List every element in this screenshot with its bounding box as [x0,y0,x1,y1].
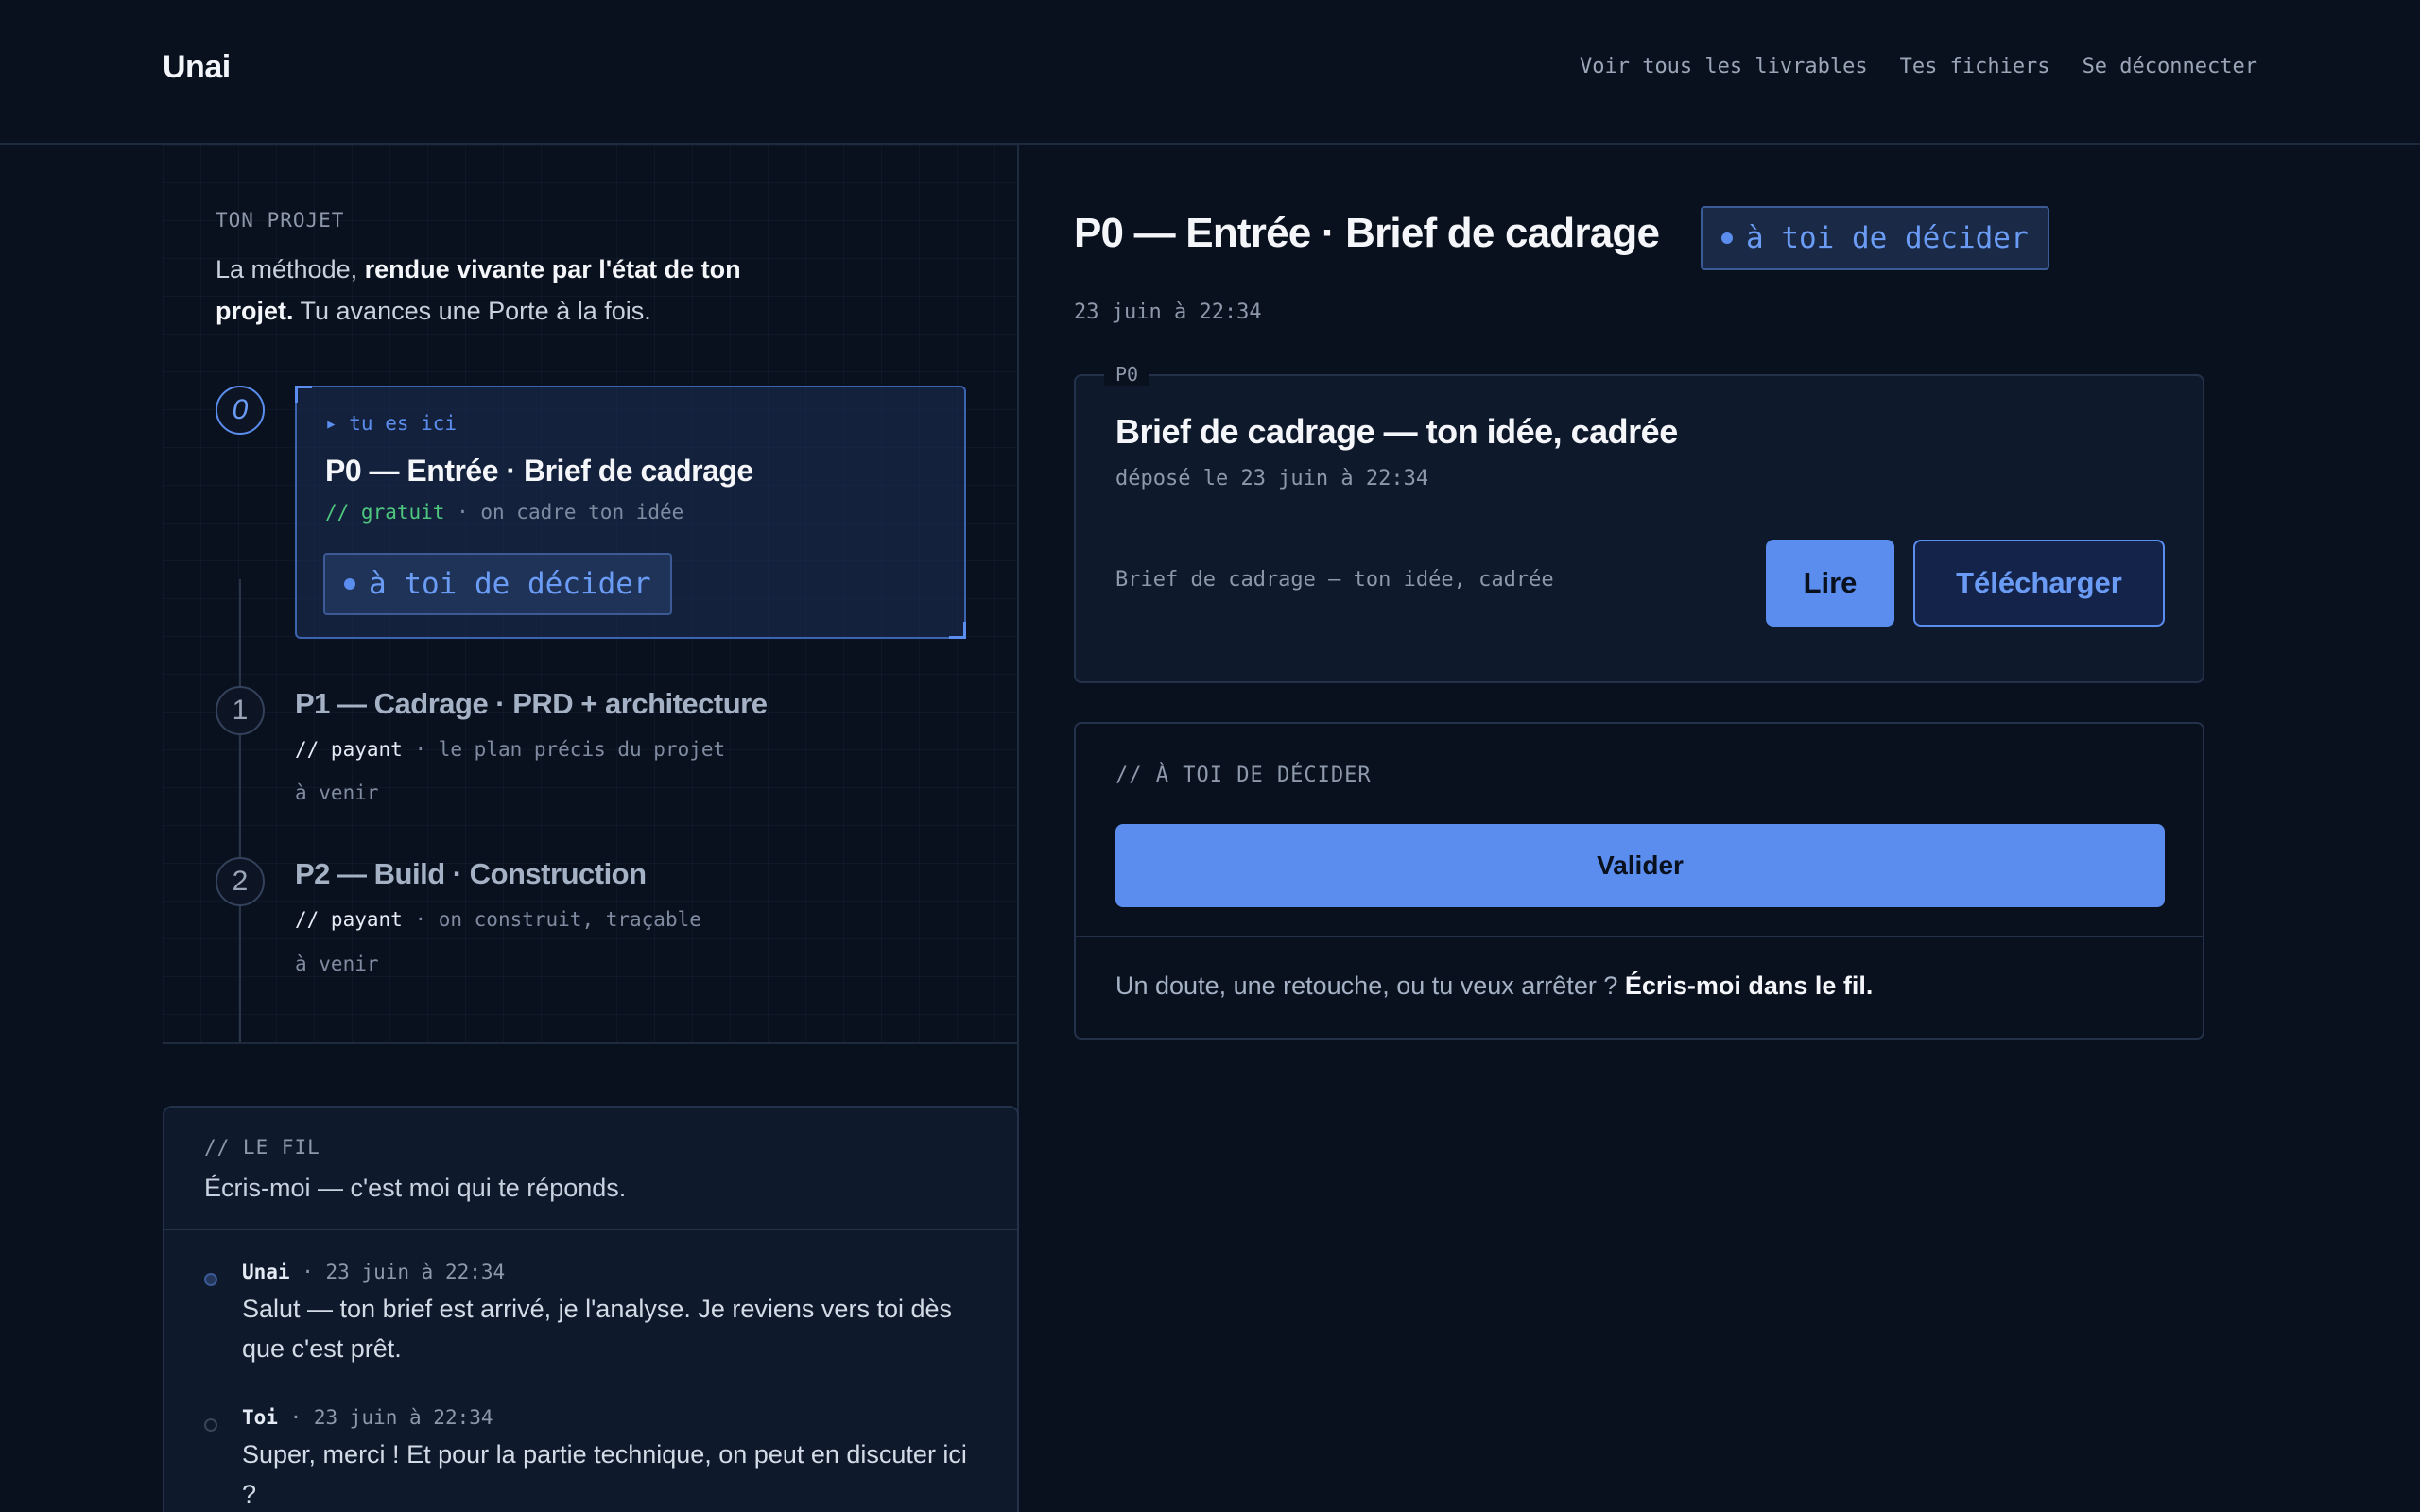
thread-subtitle: Écris-moi — c'est moi qui te réponds. [204,1174,627,1202]
step-number-1: 1 [216,686,265,735]
message-time: · 23 juin à 22:34 [289,1261,506,1283]
deliverable-title: Brief de cadrage — ton idée, cadrée [1115,412,1678,451]
step-title-1[interactable]: P1 — Cadrage · PRD + architecture [295,687,768,721]
card-corner-top-left [295,386,312,403]
decision-card: // À TOI DE DÉCIDER Valider Un doute, un… [1074,722,2204,1040]
decision-help-text: Un doute, une retouche, ou tu veux arrêt… [1115,971,1625,1000]
message-text: Super, merci ! Et pour la partie techniq… [242,1440,967,1508]
message-dot-icon [204,1273,217,1286]
step-status-0: à toi de décider [369,567,651,601]
step-title-0: P0 — Entrée · Brief de cadrage [325,454,753,488]
message-meta: Unai · 23 juin à 22:34 [242,1261,979,1283]
message-dot-icon [204,1418,217,1432]
step-meta-2: // payant · on construit, traçable [295,908,701,931]
step-status-1: à venir [295,782,379,804]
step-number-2: 2 [216,857,265,906]
message-author: Unai [242,1261,290,1283]
step-status-badge-0: à toi de décider [323,553,672,615]
project-eyebrow: TON PROJET [216,209,345,232]
message-time: · 23 juin à 22:34 [277,1406,493,1429]
intro-prefix: La méthode, [216,255,365,284]
step-desc-2: · on construit, traçable [402,908,701,931]
card-corner-bottom-right [949,622,966,639]
step-price-2: // payant [295,908,403,931]
status-badge: à toi de décider [1701,206,2049,270]
nav-logout-link[interactable]: Se déconnecter [2083,55,2257,78]
step-number-0: 0 [216,386,265,435]
page-title: P0 — Entrée · Brief de cadrage [1074,210,1660,256]
status-dot-icon [1721,232,1733,244]
step-desc-1: · le plan précis du projet [402,738,726,761]
top-nav: Voir tous les livrables Tes fichiers Se … [1580,55,2257,78]
brand-logo[interactable]: Unai [163,49,231,86]
intro-suffix: Tu avances une Porte à la fois. [293,297,651,325]
step-price-1: // payant [295,738,403,761]
timeline-line [239,579,241,1042]
step-meta-1: // payant · le plan précis du projet [295,738,725,761]
thread-panel: // LE FIL Écris-moi — c'est moi qui te r… [163,1106,1019,1512]
top-bar: Unai Voir tous les livrables Tes fichier… [0,0,2420,145]
thread-header: // LE FIL Écris-moi — c'est moi qui te r… [164,1108,1017,1230]
download-button[interactable]: Télécharger [1913,540,2165,627]
deliverable-tag: P0 [1104,363,1150,386]
validate-button[interactable]: Valider [1115,824,2165,907]
nav-all-deliverables-link[interactable]: Voir tous les livrables [1580,55,1868,78]
step-price-0: // gratuit [325,501,445,524]
message-meta: Toi · 23 juin à 22:34 [242,1406,979,1429]
read-button[interactable]: Lire [1766,540,1894,627]
decision-help: Un doute, une retouche, ou tu veux arrêt… [1115,971,1873,1001]
status-dot-icon [344,578,355,590]
decision-eyebrow: // À TOI DE DÉCIDER [1115,764,1372,787]
deliverable-date: déposé le 23 juin à 22:34 [1115,467,1429,490]
thread-eyebrow: // LE FIL [204,1136,320,1159]
step-desc-0: · on cadre ton idée [444,501,684,524]
status-badge-label: à toi de décider [1746,221,2029,255]
deliverable-desc: Brief de cadrage — ton idée, cadrée [1115,568,1554,592]
deliverable-card: P0 Brief de cadrage — ton idée, cadrée d… [1074,363,2204,683]
step-meta-0: // gratuit · on cadre ton idée [325,501,683,524]
left-column: TON PROJET La méthode, rendue vivante pa… [163,145,1019,1512]
divider [1076,936,2203,937]
here-indicator: ▸ tu es ici [325,412,458,435]
write-in-thread-link[interactable]: Écris-moi dans le fil. [1625,971,1874,1000]
step-status-2: à venir [295,953,379,975]
nav-files-link[interactable]: Tes fichiers [1900,55,2050,78]
project-panel: TON PROJET La méthode, rendue vivante pa… [163,145,1017,1044]
message-text: Salut — ton brief est arrivé, je l'analy… [242,1295,952,1363]
project-intro: La méthode, rendue vivante par l'état de… [216,249,821,332]
step-title-2[interactable]: P2 — Build · Construction [295,857,647,891]
thread-message: Toi · 23 juin à 22:34 Super, merci ! Et … [204,1406,979,1512]
message-author: Toi [242,1406,278,1429]
page-date: 23 juin à 22:34 [1074,301,1262,324]
thread-message: Unai · 23 juin à 22:34 Salut — ton brief… [204,1261,979,1368]
current-step-card[interactable]: ▸ tu es ici P0 — Entrée · Brief de cadra… [295,386,966,639]
